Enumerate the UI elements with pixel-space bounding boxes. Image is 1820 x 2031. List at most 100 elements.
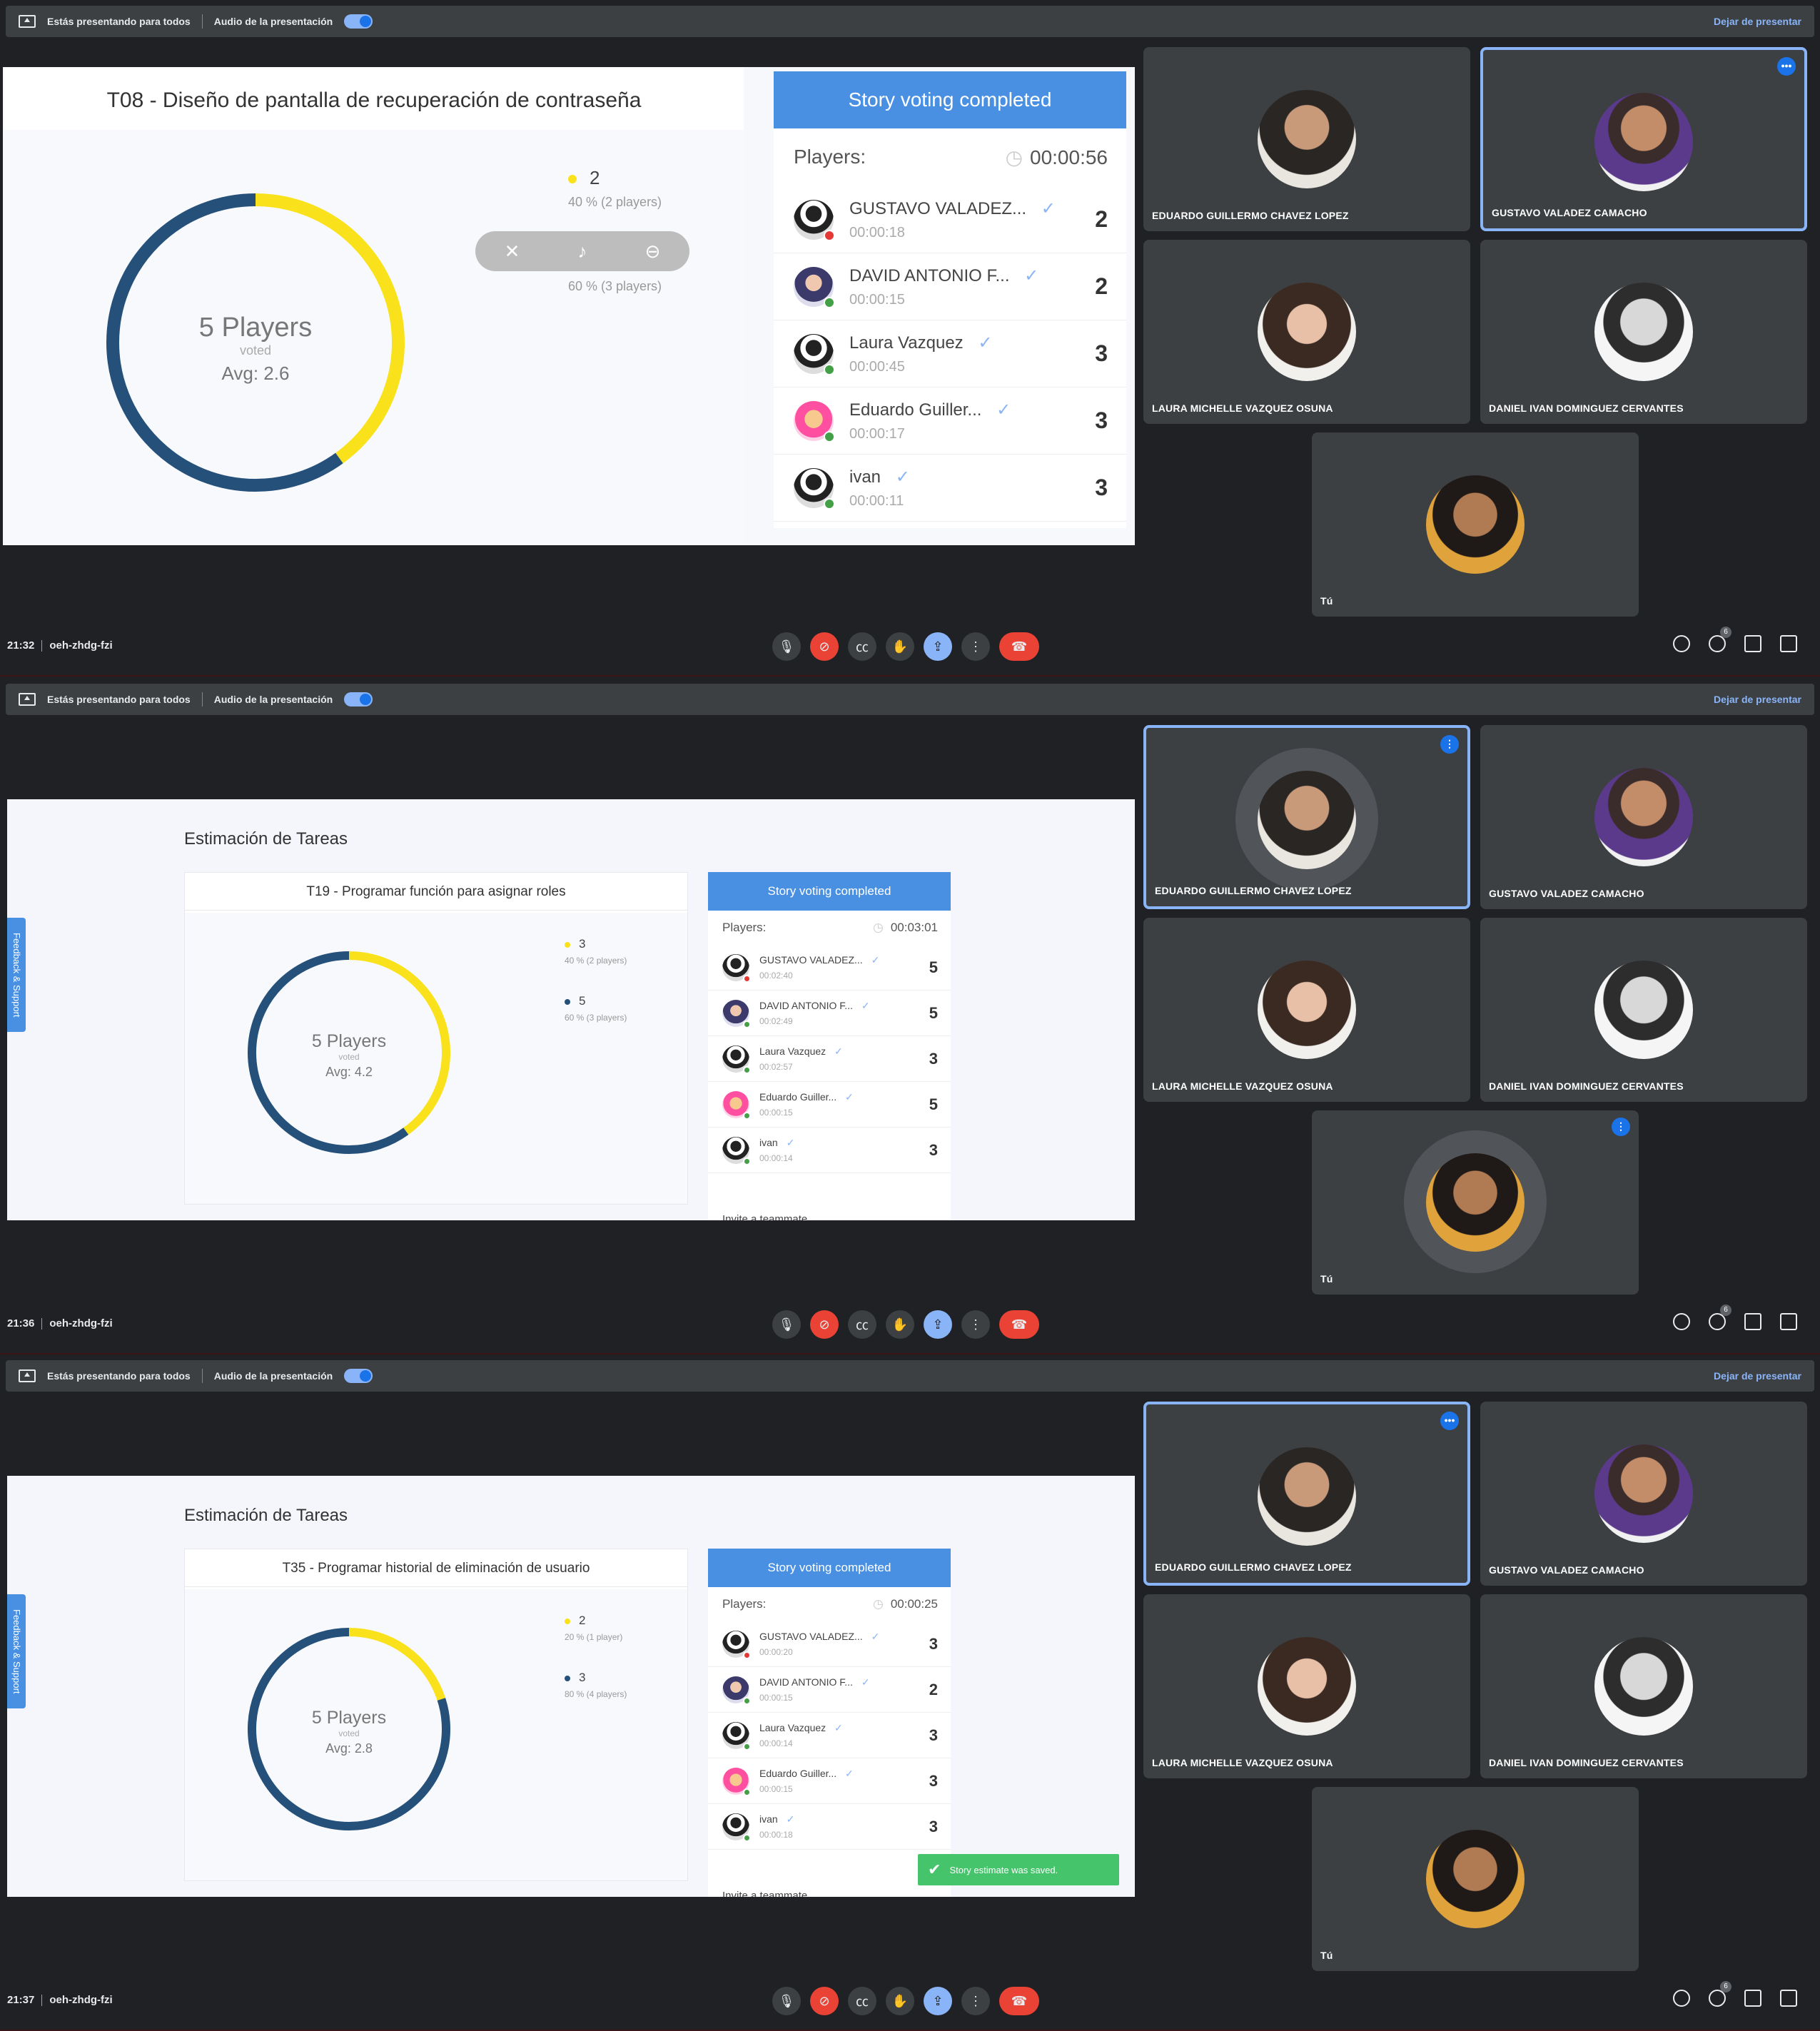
hang-up-icon[interactable]: ☎	[999, 632, 1039, 661]
mic-icon[interactable]: 🎙	[772, 1310, 801, 1339]
more-options-icon[interactable]: ⋮	[961, 632, 990, 661]
raise-hand-icon[interactable]: ✋	[886, 1310, 914, 1339]
participant-tile-gustavo[interactable]: GUSTAVO VALADEZ CAMACHO	[1480, 725, 1807, 909]
participant-name: EDUARDO GUILLERMO CHAVEZ LOPEZ	[1152, 210, 1349, 221]
info-icon[interactable]	[1673, 635, 1690, 652]
participant-tile-eduardo[interactable]: EDUARDO GUILLERMO CHAVEZ LOPEZ	[1143, 47, 1470, 231]
hang-up-icon[interactable]: ☎	[999, 1987, 1039, 2015]
invite-teammate-link[interactable]: Invite a teammate	[722, 1213, 807, 1220]
legend-dot	[565, 1618, 570, 1624]
camera-off-icon[interactable]: ⊘	[810, 1310, 839, 1339]
speaking-icon[interactable]: ⋮	[1612, 1118, 1630, 1136]
captions-icon[interactable]: ㏄	[848, 1310, 876, 1339]
audio-toggle[interactable]	[344, 692, 373, 706]
people-icon[interactable]: 6	[1709, 1981, 1731, 2007]
legend-item: 2 40 % (2 players)	[568, 167, 662, 210]
participant-tile-eduardo[interactable]: EDUARDO GUILLERMO CHAVEZ LOPEZ ⋮	[1143, 725, 1470, 909]
stop-presenting-button[interactable]: Dejar de presentar	[1714, 1370, 1801, 1382]
hang-up-icon[interactable]: ☎	[999, 1310, 1039, 1339]
presentation-controls: ✕ ♪ ⊖	[475, 231, 689, 271]
average-label: Avg: 2.6	[221, 363, 290, 384]
participant-tile-gustavo[interactable]: GUSTAVO VALADEZ CAMACHO •••	[1480, 47, 1807, 231]
present-now-icon[interactable]: ⇪	[924, 1987, 952, 2015]
mic-icon[interactable]: 🎙	[772, 632, 801, 661]
audio-toggle[interactable]	[344, 1369, 373, 1383]
raise-hand-icon[interactable]: ✋	[886, 1987, 914, 2015]
participant-tile-daniel[interactable]: DANIEL IVAN DOMINGUEZ CERVANTES	[1480, 918, 1807, 1102]
story-card: T35 - Programar historial de eliminación…	[184, 1549, 688, 1881]
info-icon[interactable]	[1673, 1313, 1690, 1330]
info-icon[interactable]	[1673, 1990, 1690, 2007]
legend-dot	[565, 998, 570, 1005]
participant-name: DANIEL IVAN DOMINGUEZ CERVANTES	[1489, 1080, 1684, 1092]
players-count: 5 Players	[311, 1031, 387, 1051]
legend-percent: 40 % (2 players)	[568, 195, 662, 209]
player-info: DAVID ANTONIO F... ✓ 00:00:15	[849, 265, 1079, 308]
meeting-code: oeh-zhdg-fzi	[49, 639, 113, 652]
participant-tile-daniel[interactable]: DANIEL IVAN DOMINGUEZ CERVANTES	[1480, 240, 1807, 424]
participant-tile-daniel[interactable]: DANIEL IVAN DOMINGUEZ CERVANTES	[1480, 1594, 1807, 1778]
participant-tile-laura[interactable]: LAURA MICHELLE VAZQUEZ OSUNA	[1143, 1594, 1470, 1778]
legend-value: 2	[579, 1614, 586, 1627]
clock-icon: ◷	[872, 921, 884, 934]
participant-avatar	[1258, 90, 1356, 188]
mute-icon[interactable]: ✕	[505, 240, 520, 263]
player-time: 00:00:11	[849, 492, 904, 509]
volume-icon[interactable]: ♪	[577, 240, 587, 263]
chat-icon[interactable]	[1744, 1313, 1761, 1330]
side-controls: 6	[1673, 1305, 1797, 1330]
legend-value: 5	[579, 994, 586, 1008]
feedback-support-tab[interactable]: Feedback & Support	[7, 1594, 26, 1708]
camera-off-icon[interactable]: ⊘	[810, 632, 839, 661]
clock-time: 21:37	[7, 1994, 35, 2006]
clock-time: 21:36	[7, 1317, 35, 1329]
more-options-icon[interactable]: ⋮	[961, 1987, 990, 2015]
minus-icon[interactable]: ⊖	[645, 240, 661, 263]
divider	[201, 1369, 203, 1383]
dots-icon[interactable]: •••	[1440, 1412, 1459, 1430]
presence-dot	[743, 1788, 751, 1796]
presence-dot	[824, 497, 835, 510]
chat-icon[interactable]	[1744, 1990, 1761, 2007]
captions-icon[interactable]: ㏄	[848, 632, 876, 661]
presenting-text: Estás presentando para todos	[47, 16, 191, 27]
player-time: 00:00:15	[759, 1693, 793, 1703]
people-count-badge: 6	[1720, 627, 1731, 638]
activities-icon[interactable]	[1780, 1313, 1797, 1330]
legend-dot	[565, 941, 570, 948]
feedback-support-tab[interactable]: Feedback & Support	[7, 918, 26, 1032]
activities-icon[interactable]	[1780, 1990, 1797, 2007]
raise-hand-icon[interactable]: ✋	[886, 632, 914, 661]
camera-off-icon[interactable]: ⊘	[810, 1987, 839, 2015]
audio-toggle[interactable]	[344, 14, 373, 29]
participant-tile-eduardo[interactable]: EDUARDO GUILLERMO CHAVEZ LOPEZ •••	[1143, 1402, 1470, 1586]
people-icon[interactable]: 6	[1709, 1305, 1731, 1330]
participant-tile-laura[interactable]: LAURA MICHELLE VAZQUEZ OSUNA	[1143, 918, 1470, 1102]
divider	[41, 1318, 43, 1330]
invite-teammate-link[interactable]: Invite a teammate	[722, 1890, 807, 1897]
story-title: T08 - Diseño de pantalla de recuperación…	[4, 88, 744, 132]
story-card: T19 - Programar función para asignar rol…	[184, 872, 688, 1205]
player-avatar	[722, 1090, 751, 1120]
captions-icon[interactable]: ㏄	[848, 1987, 876, 2015]
mic-icon[interactable]: 🎙	[772, 1987, 801, 2015]
speaking-icon[interactable]: ⋮	[1440, 735, 1459, 754]
activities-icon[interactable]	[1780, 635, 1797, 652]
people-icon[interactable]: 6	[1709, 627, 1731, 652]
participant-tile-me[interactable]: Tú	[1312, 1787, 1639, 1971]
player-vote: 5	[929, 1095, 938, 1113]
stop-presenting-button[interactable]: Dejar de presentar	[1714, 694, 1801, 705]
participant-tile-gustavo[interactable]: GUSTAVO VALADEZ CAMACHO	[1480, 1402, 1807, 1586]
chat-icon[interactable]	[1744, 635, 1761, 652]
present-now-icon[interactable]: ⇪	[924, 632, 952, 661]
participant-tile-me[interactable]: Tú	[1312, 432, 1639, 617]
player-name: GUSTAVO VALADEZ...	[759, 954, 863, 966]
participant-tile-laura[interactable]: LAURA MICHELLE VAZQUEZ OSUNA	[1143, 240, 1470, 424]
participant-tile-me[interactable]: Tú ⋮	[1312, 1110, 1639, 1295]
screenshot-collage: Estás presentando para todos Audio de la …	[0, 0, 1820, 2031]
present-now-icon[interactable]: ⇪	[924, 1310, 952, 1339]
dots-icon[interactable]: •••	[1777, 57, 1796, 76]
players-label: Players:	[722, 1597, 767, 1611]
stop-presenting-button[interactable]: Dejar de presentar	[1714, 16, 1801, 27]
more-options-icon[interactable]: ⋮	[961, 1310, 990, 1339]
